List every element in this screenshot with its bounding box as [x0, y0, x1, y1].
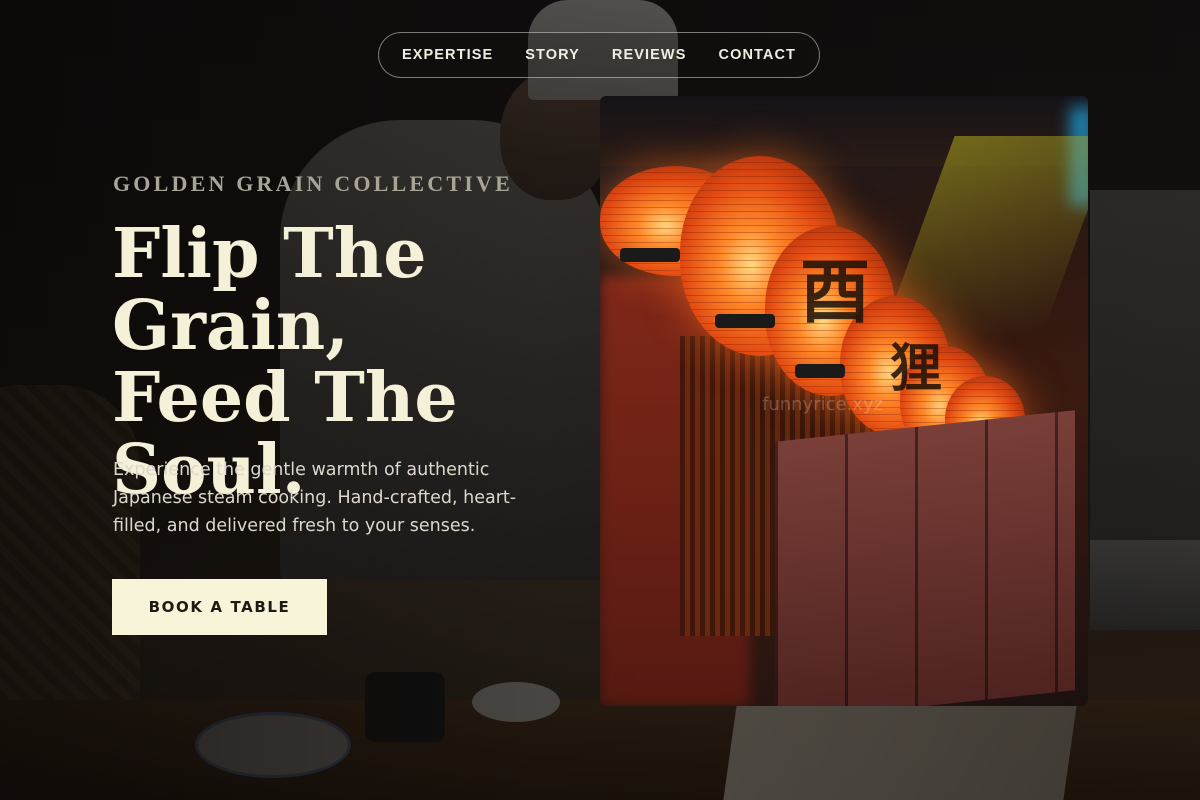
noren-curtain	[775, 410, 1075, 706]
hero-description: Experience the gentle warmth of authenti…	[113, 460, 517, 536]
nav-link-contact[interactable]: CONTACT	[719, 47, 797, 63]
nav-link-expertise[interactable]: EXPERTISE	[402, 47, 493, 63]
brand-eyebrow: GOLDEN GRAIN COLLECTIVE	[113, 171, 513, 196]
nav-link-story[interactable]: STORY	[525, 47, 580, 63]
photo-watermark: funnyrice.xyz	[762, 394, 884, 415]
lantern-photo-card: 酉 狸 funnyrice.xyz	[600, 96, 1088, 706]
nav-link-reviews[interactable]: REVIEWS	[612, 47, 687, 63]
book-table-button[interactable]: BOOK A TABLE	[112, 579, 327, 635]
headline-line-1: Flip The	[112, 214, 427, 294]
main-nav: EXPERTISE STORY REVIEWS CONTACT	[378, 32, 820, 78]
headline-line-2: Grain,	[112, 286, 349, 366]
